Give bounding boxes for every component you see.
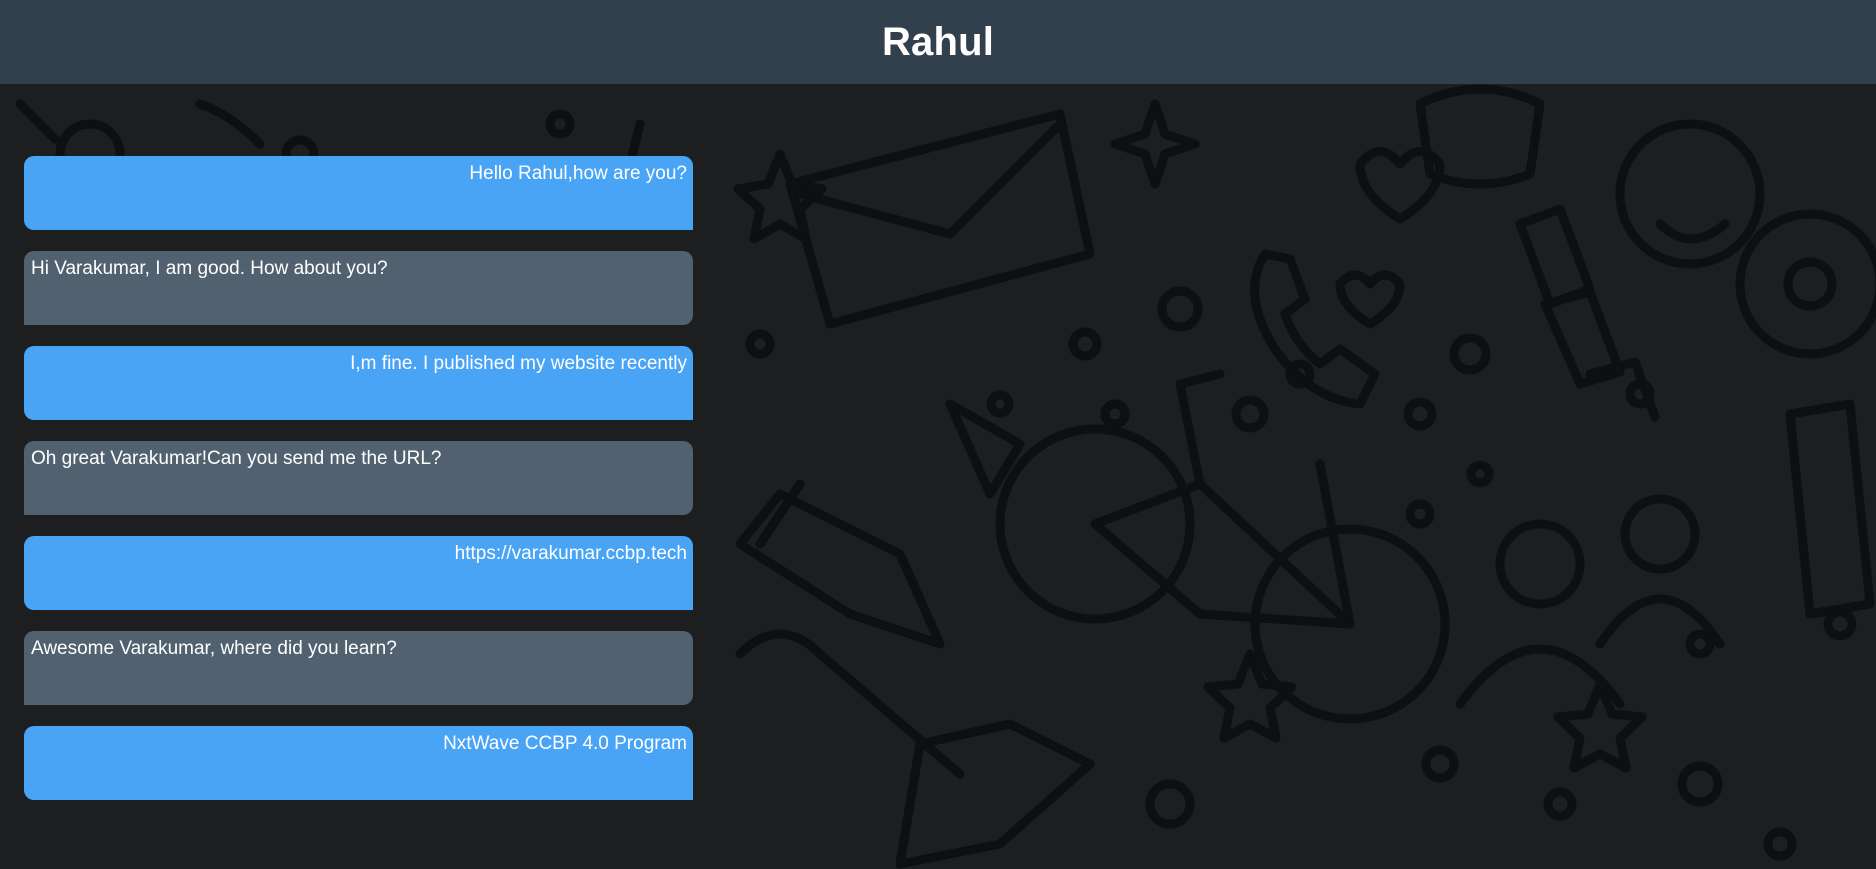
contact-name: Rahul bbox=[881, 19, 995, 64]
message-text: Oh great Varakumar!Can you send me the U… bbox=[31, 448, 442, 469]
message-bubble-sent: NxtWave CCBP 4.0 Program bbox=[24, 726, 693, 800]
message-bubble-sent: I,m fine. I published my website recentl… bbox=[24, 346, 693, 420]
message-bubble-received: Hi Varakumar, I am good. How about you? bbox=[24, 251, 693, 325]
message-text: Hello Rahul,how are you? bbox=[469, 163, 687, 184]
chat-header: Rahul bbox=[0, 0, 1876, 84]
message-text: https://varakumar.ccbp.tech bbox=[454, 543, 687, 564]
message-bubble-received: Awesome Varakumar, where did you learn? bbox=[24, 631, 693, 705]
chat-screen: Rahul Hello Rahul,how are you? Hi Varaku… bbox=[0, 0, 1876, 869]
message-text: Hi Varakumar, I am good. How about you? bbox=[31, 258, 388, 279]
message-bubble-sent: Hello Rahul,how are you? bbox=[24, 156, 693, 230]
message-list: Hello Rahul,how are you? Hi Varakumar, I… bbox=[24, 156, 693, 821]
message-text: I,m fine. I published my website recentl… bbox=[350, 353, 687, 374]
message-bubble-received: Oh great Varakumar!Can you send me the U… bbox=[24, 441, 693, 515]
message-text: Awesome Varakumar, where did you learn? bbox=[31, 638, 397, 659]
message-text: NxtWave CCBP 4.0 Program bbox=[443, 733, 687, 754]
message-bubble-sent: https://varakumar.ccbp.tech bbox=[24, 536, 693, 610]
